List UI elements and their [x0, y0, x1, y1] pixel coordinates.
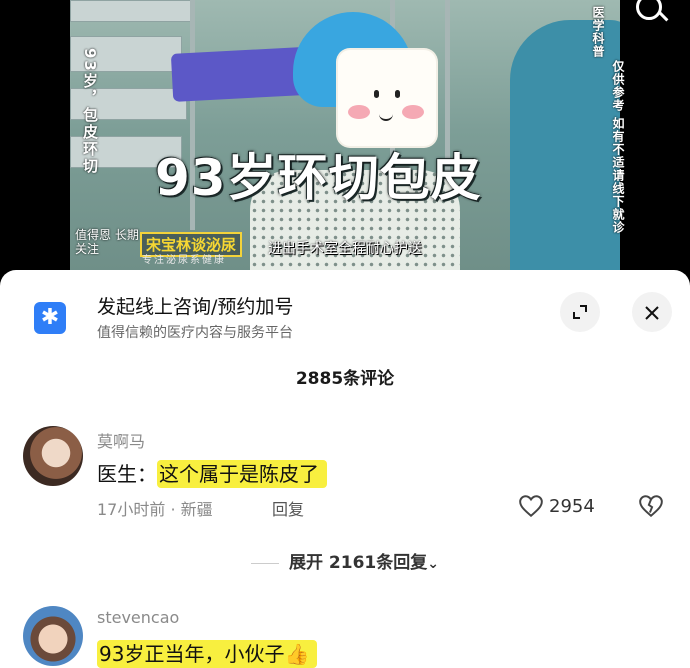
face-sticker [338, 50, 436, 146]
divider [251, 562, 280, 564]
comment-text-highlight: 这个属于是陈皮了 [157, 460, 327, 488]
close-button[interactable] [632, 292, 672, 332]
video-disclaimer-2: 仅供参考 如有不适请线下就诊 [611, 60, 625, 235]
close-icon [645, 306, 659, 320]
comment-text-prefix: 医生： [97, 462, 157, 486]
avatar[interactable] [23, 606, 83, 666]
heart-icon[interactable] [518, 494, 544, 518]
thumbs-up-icon: 👍 [284, 642, 310, 666]
video-vertical-title: 93岁，包皮环切 [81, 48, 99, 175]
comment-text-body: 93岁正当年，小伙子 [99, 642, 285, 666]
consult-title[interactable]: 发起线上咨询/预约加号 [97, 292, 293, 319]
expand-icon [573, 305, 587, 319]
comment-text[interactable]: 93岁正当年，小伙子👍 [97, 638, 318, 668]
like-count: 2954 [549, 496, 595, 517]
comments-sheet: ✱ 发起线上咨询/预约加号 值得信赖的医疗内容与服务平台 2885条评论 莫啊马… [0, 270, 690, 668]
comment-count: 2885条评论 [295, 369, 395, 389]
broken-heart-icon[interactable] [638, 494, 664, 518]
comment-username[interactable]: 莫啊马 [97, 428, 145, 452]
video-player[interactable]: 93岁，包皮环切 医学科普 仅供参考 如有不适请线下就诊 93岁环切包皮 值得恩… [0, 0, 690, 290]
avatar[interactable] [23, 426, 83, 486]
video-disclaimer-1: 医学科普 [591, 6, 605, 58]
expand-button[interactable] [560, 292, 600, 332]
host-tagline: 专注泌尿系健康 [142, 255, 226, 266]
video-brand: 值得恩 长期关注 [75, 228, 139, 256]
chevron-down-icon: ⌄ [427, 556, 439, 572]
video-title-overlay: 93岁环切包皮 [155, 149, 482, 207]
comment-text-highlight: 93岁正当年，小伙子👍 [97, 640, 318, 668]
comment-text[interactable]: 医生： 这个属于是陈皮了 [97, 458, 327, 488]
consult-subtitle: 值得信赖的医疗内容与服务平台 [97, 325, 293, 341]
video-caption: 进出手术室全程耐心护送 [268, 241, 422, 257]
comment-meta: 17小时前 · 新疆 [97, 500, 213, 519]
reply-button[interactable]: 回复 [272, 496, 304, 520]
shelf [70, 0, 192, 22]
search-icon[interactable] [636, 0, 662, 20]
asterisk-icon[interactable]: ✱ [34, 302, 66, 334]
expand-replies-button[interactable]: 展开 2161条回复⌄ [0, 548, 690, 573]
expand-replies-label: 展开 2161条回复 [289, 553, 428, 573]
comment-username[interactable]: stevencao [97, 608, 179, 627]
